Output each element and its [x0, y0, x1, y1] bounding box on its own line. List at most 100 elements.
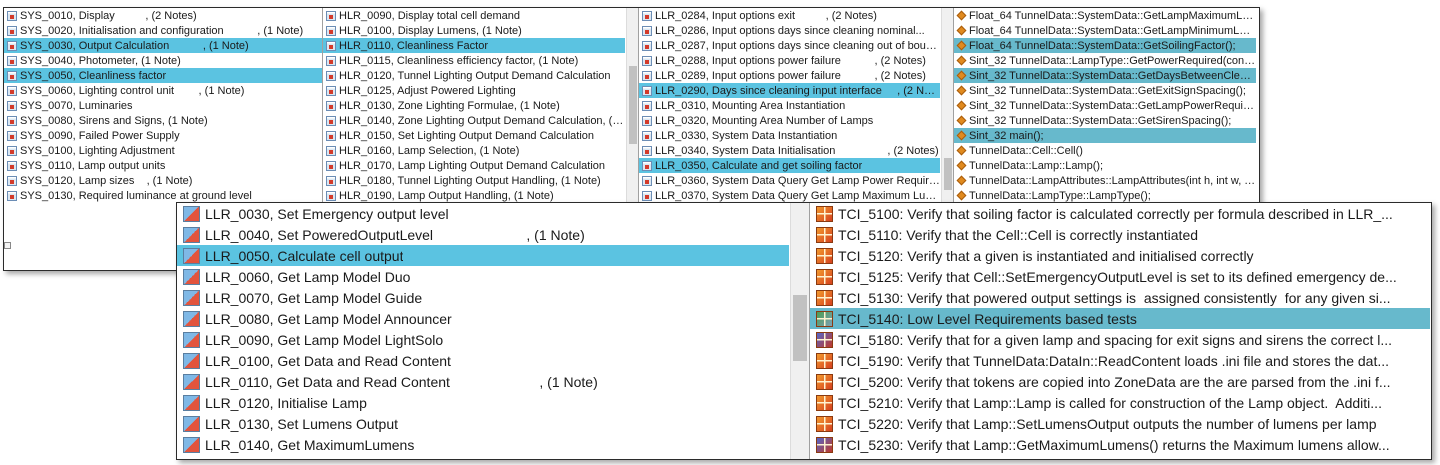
list-item[interactable]: LLR_0090, Get Lamp Model LightSolo: [177, 329, 789, 350]
list-item[interactable]: HLR_0160, Lamp Selection, (1 Note): [323, 143, 625, 158]
list-item[interactable]: SYS_0090, Failed Power Supply: [4, 128, 322, 143]
list-item[interactable]: Float_64 TunnelData::SystemData::GetLamp…: [954, 8, 1256, 23]
list-item[interactable]: SYS_0130, Required luminance at ground l…: [4, 188, 322, 203]
list-item[interactable]: TCI_5230: Verify that Lamp::GetMaximumLu…: [810, 434, 1430, 455]
list-item[interactable]: LLR_0360, System Data Query Get Lamp Pow…: [639, 173, 940, 188]
list-item[interactable]: HLR_0090, Display total cell demand: [323, 8, 625, 23]
test-case-icon: [816, 415, 833, 432]
test-case-icon: [816, 205, 833, 222]
list-item[interactable]: TCI_5200: Verify that tokens are copied …: [810, 371, 1430, 392]
list-item[interactable]: HLR_0150, Set Lighting Output Demand Cal…: [323, 128, 625, 143]
list-item-label: LLR_0110, Get Data and Read Content , (1…: [205, 373, 598, 390]
list-item[interactable]: HLR_0120, Tunnel Lighting Output Demand …: [323, 68, 625, 83]
list-item-label: SYS_0020, Initialisation and configurati…: [20, 24, 304, 37]
list-item[interactable]: LLR_0340, System Data Initialisation , (…: [639, 143, 940, 158]
test-case-icon: [816, 247, 833, 264]
list-item[interactable]: TunnelData::LampType::LampType();: [954, 188, 1256, 203]
requirement-doc-icon: [326, 25, 336, 36]
list-item[interactable]: LLR_0287, Input options days since clean…: [639, 38, 940, 53]
llr-tests-scroll-thumb[interactable]: [793, 295, 807, 361]
list-item[interactable]: LLR_0040, Set PoweredOutputLevel , (1 No…: [177, 224, 789, 245]
code-function-icon: [956, 190, 967, 201]
llr-tests-scrollbar[interactable]: [790, 203, 809, 459]
list-item[interactable]: SYS_0060, Lighting control unit , (1 Not…: [4, 83, 322, 98]
list-item[interactable]: LLR_0350, Calculate and get soiling fact…: [639, 158, 940, 173]
list-item[interactable]: Float_64 TunnelData::SystemData::GetLamp…: [954, 23, 1256, 38]
list-item[interactable]: Sint_32 TunnelData::SystemData::GetLampP…: [954, 98, 1256, 113]
list-item[interactable]: TCI_5110: Verify that the Cell::Cell is …: [810, 224, 1430, 245]
list-item[interactable]: HLR_0180, Tunnel Lighting Output Handlin…: [323, 173, 625, 188]
list-item[interactable]: LLR_0370, System Data Query Get Lamp Max…: [639, 188, 940, 203]
list-item[interactable]: LLR_0060, Get Lamp Model Duo: [177, 266, 789, 287]
list-item[interactable]: HLR_0140, Zone Lighting Output Demand Ca…: [323, 113, 625, 128]
list-item[interactable]: TCI_5130: Verify that powered output set…: [810, 287, 1430, 308]
list-item[interactable]: TCI_5220: Verify that Lamp::SetLumensOut…: [810, 413, 1430, 434]
list-item[interactable]: LLR_0286, Input options days since clean…: [639, 23, 940, 38]
list-item-label: LLR_0130, Set Lumens Output: [205, 415, 399, 432]
list-item-label: LLR_0050, Calculate cell output: [205, 247, 404, 264]
list-item[interactable]: SYS_0030, Output Calculation , (1 Note): [4, 38, 322, 53]
list-item[interactable]: LLR_0080, Get Lamp Model Announcer: [177, 308, 789, 329]
list-item-label: Sint_32 TunnelData::LampType::GetPowerRe…: [969, 54, 1256, 67]
list-item[interactable]: LLR_0284, Input options exit , (2 Notes): [639, 8, 940, 23]
list-item[interactable]: LLR_0120, Initialise Lamp: [177, 392, 789, 413]
list-item[interactable]: HLR_0130, Zone Lighting Formulae, (1 Not…: [323, 98, 625, 113]
list-item[interactable]: TunnelData::Cell::Cell(): [954, 143, 1256, 158]
list-item-label: SYS_0110, Lamp output units: [20, 159, 166, 172]
hlr-scroll-thumb[interactable]: [629, 66, 637, 144]
list-item[interactable]: Sint_32 main();: [954, 128, 1256, 143]
list-item[interactable]: HLR_0125, Adjust Powered Lighting: [323, 83, 625, 98]
list-item[interactable]: LLR_0290, Days since cleaning input inte…: [639, 83, 940, 98]
requirement-doc-icon: [642, 115, 652, 126]
requirement-doc-icon: [326, 115, 336, 126]
list-item[interactable]: SYS_0080, Sirens and Signs, (1 Note): [4, 113, 322, 128]
requirement-doc-icon: [642, 55, 652, 66]
list-item[interactable]: LLR_0310, Mounting Area Instantiation: [639, 98, 940, 113]
list-item[interactable]: Sint_32 TunnelData::SystemData::GetExitS…: [954, 83, 1256, 98]
test-case-icon: [816, 373, 833, 390]
list-item[interactable]: TunnelData::Lamp::Lamp();: [954, 158, 1256, 173]
list-item[interactable]: TCI_5120: Verify that a given is instant…: [810, 245, 1430, 266]
list-item[interactable]: HLR_0170, Lamp Lighting Output Demand Ca…: [323, 158, 625, 173]
list-item[interactable]: SYS_0040, Photometer, (1 Note): [4, 53, 322, 68]
list-item[interactable]: SYS_0100, Lighting Adjustment: [4, 143, 322, 158]
list-item[interactable]: SYS_0020, Initialisation and configurati…: [4, 23, 322, 38]
list-item[interactable]: SYS_0010, Display , (2 Notes): [4, 8, 322, 23]
list-item[interactable]: SYS_0050, Cleanliness factor: [4, 68, 322, 83]
list-item[interactable]: LLR_0070, Get Lamp Model Guide: [177, 287, 789, 308]
list-item[interactable]: HLR_0100, Display Lumens, (1 Note): [323, 23, 625, 38]
list-item-label: Sint_32 main();: [969, 129, 1044, 142]
list-item[interactable]: LLR_0140, Get MaximumLumens: [177, 434, 789, 455]
list-item[interactable]: TCI_5190: Verify that TunnelData:DataIn:…: [810, 350, 1430, 371]
list-item[interactable]: LLR_0330, System Data Instantiation: [639, 128, 940, 143]
list-item[interactable]: LLR_0030, Set Emergency output level: [177, 203, 789, 224]
low-level-requirement-icon: [183, 436, 200, 453]
collapse-icon[interactable]: [4, 242, 11, 249]
list-item[interactable]: Sint_32 TunnelData::SystemData::GetSiren…: [954, 113, 1256, 128]
list-item[interactable]: LLR_0288, Input options power failure , …: [639, 53, 940, 68]
list-item-label: LLR_0030, Set Emergency output level: [205, 205, 449, 222]
list-item[interactable]: TCI_5125: Verify that Cell::SetEmergency…: [810, 266, 1430, 287]
list-item[interactable]: SYS_0110, Lamp output units: [4, 158, 322, 173]
list-item[interactable]: TCI_5140: Low Level Requirements based t…: [810, 308, 1430, 329]
list-item[interactable]: HLR_0190, Lamp Output Handling, (1 Note): [323, 188, 625, 203]
list-item[interactable]: Float_64 TunnelData::SystemData::GetSoil…: [954, 38, 1256, 53]
list-item[interactable]: HLR_0115, Cleanliness efficiency factor,…: [323, 53, 625, 68]
list-item[interactable]: Sint_32 TunnelData::LampType::GetPowerRe…: [954, 53, 1256, 68]
list-item[interactable]: SYS_0070, Luminaries: [4, 98, 322, 113]
list-item-label: TCI_5120: Verify that a given is instant…: [838, 247, 1254, 264]
list-item[interactable]: TCI_5100: Verify that soiling factor is …: [810, 203, 1430, 224]
list-item[interactable]: Sint_32 TunnelData::SystemData::GetDaysB…: [954, 68, 1256, 83]
list-item[interactable]: LLR_0100, Get Data and Read Content: [177, 350, 789, 371]
list-item[interactable]: LLR_0289, Input options power failure , …: [639, 68, 940, 83]
list-item[interactable]: LLR_0050, Calculate cell output: [177, 245, 789, 266]
list-item[interactable]: TCI_5210: Verify that Lamp::Lamp is call…: [810, 392, 1430, 413]
list-item[interactable]: LLR_0130, Set Lumens Output: [177, 413, 789, 434]
list-item[interactable]: TCI_5180: Verify that for a given lamp a…: [810, 329, 1430, 350]
list-item[interactable]: LLR_0110, Get Data and Read Content , (1…: [177, 371, 789, 392]
list-item[interactable]: LLR_0320, Mounting Area Number of Lamps: [639, 113, 940, 128]
list-item[interactable]: HLR_0110, Cleanliness Factor: [323, 38, 625, 53]
list-item[interactable]: SYS_0120, Lamp sizes , (1 Note): [4, 173, 322, 188]
llr-scroll-thumb[interactable]: [944, 158, 952, 190]
list-item[interactable]: TunnelData::LampAttributes::LampAttribut…: [954, 173, 1256, 188]
